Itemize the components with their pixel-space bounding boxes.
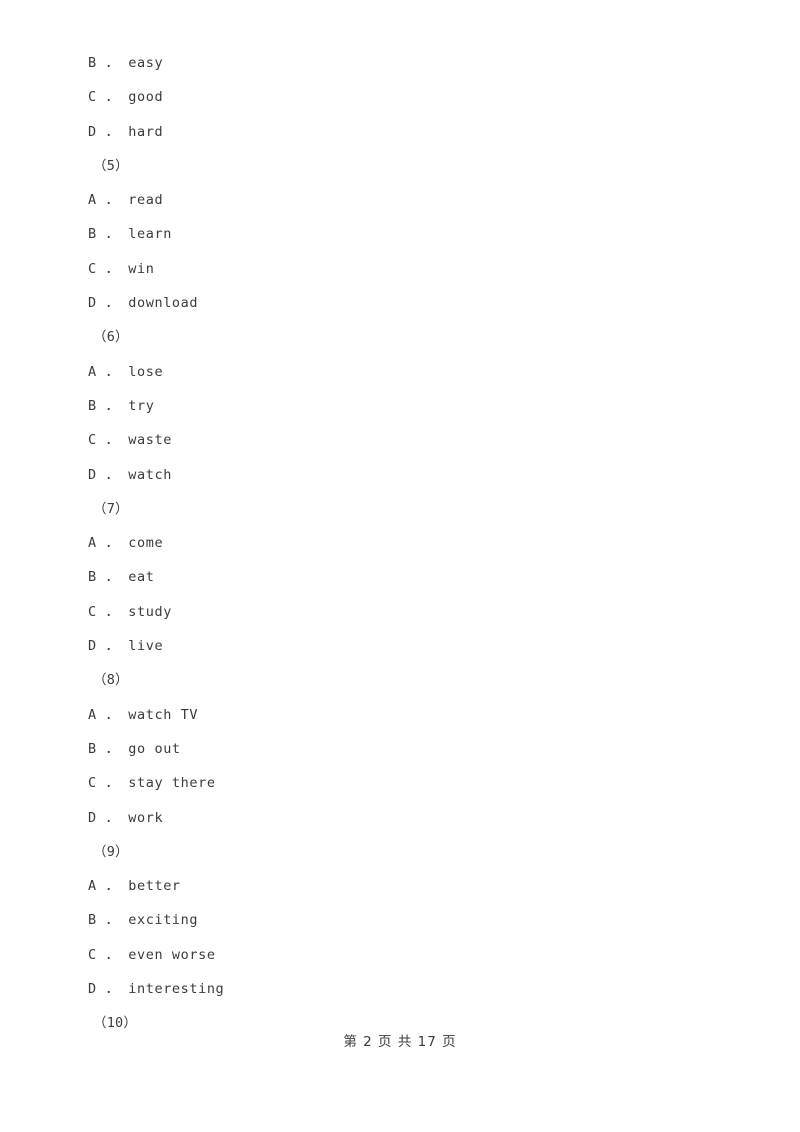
answer-option: B ． learn <box>88 226 172 243</box>
answer-option: D ． interesting <box>88 981 225 998</box>
answer-option: C ． stay there <box>88 775 216 792</box>
page-footer: 第 2 页 共 17 页 <box>343 1034 457 1050</box>
answer-option: B ． exciting <box>88 912 199 929</box>
question-number: （6） <box>93 329 129 346</box>
document-page: B ． easy C ． good D ． hard （5） A ． read B ． l… <box>0 0 800 1132</box>
answer-option: C ． good <box>88 89 164 106</box>
answer-option: A ． read <box>88 192 164 209</box>
answer-option: D ． live <box>88 638 164 655</box>
answer-option: A ． come <box>88 535 164 552</box>
answer-option: C ． even worse <box>88 946 216 963</box>
answer-option: C ． study <box>88 603 172 620</box>
answer-option: A ． watch TV <box>88 706 199 723</box>
question-number: （7） <box>93 500 129 517</box>
answer-option: B ． eat <box>88 569 155 586</box>
question-number: （9） <box>93 843 129 860</box>
answer-option: B ． go out <box>88 740 181 757</box>
answer-option: A ． better <box>88 878 181 895</box>
answer-option: D ． work <box>88 809 164 826</box>
answer-option: A ． lose <box>88 363 164 380</box>
answer-option: D ． watch <box>88 466 172 483</box>
answer-option: C ． waste <box>88 432 172 449</box>
question-number: （5） <box>93 157 129 174</box>
answer-option: B ． try <box>88 397 155 414</box>
question-number: （8） <box>93 672 129 689</box>
answer-option: D ． download <box>88 295 199 312</box>
answer-option: C ． win <box>88 260 155 277</box>
answer-option: D ． hard <box>88 123 164 140</box>
answer-option: B ． easy <box>88 55 164 71</box>
question-list: B ． easy C ． good D ． hard （5） A ． read B ． l… <box>88 46 708 1041</box>
